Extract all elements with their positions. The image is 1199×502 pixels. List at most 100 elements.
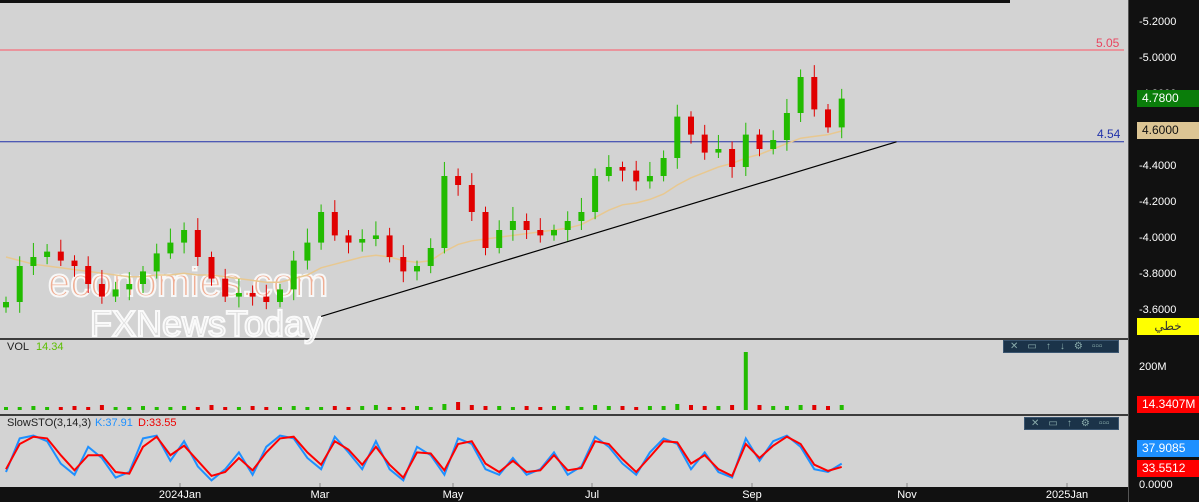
volume-bar: [278, 407, 282, 410]
volume-bar: [415, 406, 419, 410]
candle: [441, 176, 448, 248]
candle: [427, 248, 434, 266]
volume-bar: [538, 407, 543, 410]
volume-bar: [812, 405, 817, 410]
candle: [331, 212, 338, 236]
time-tick-label: Jul: [585, 489, 599, 501]
volume-bar: [606, 406, 611, 410]
volume-bar: [4, 407, 8, 410]
candle: [633, 170, 640, 182]
candle: [825, 109, 831, 128]
volume-bar: [17, 407, 22, 410]
volume-bar: [360, 406, 365, 410]
volume-bar: [182, 406, 187, 410]
candle: [770, 140, 777, 149]
volume-axis-tick: 200M: [1139, 361, 1167, 373]
candle: [715, 149, 722, 153]
time-tick-label: 2024Jan: [159, 489, 201, 501]
candle: [167, 242, 174, 254]
volume-bar: [236, 407, 241, 410]
volume-bar: [634, 407, 639, 410]
candle: [578, 212, 585, 221]
maximize-icon[interactable]: ▭: [1048, 418, 1057, 429]
settings-icon[interactable]: ⚙: [1074, 341, 1083, 352]
move-up-icon[interactable]: ↑: [1046, 341, 1051, 352]
candle: [797, 77, 804, 113]
candle: [386, 235, 393, 257]
candle: [222, 278, 229, 297]
volume-bar: [620, 406, 625, 410]
volume-bar: [264, 407, 269, 410]
candle: [194, 230, 201, 257]
candle: [57, 251, 64, 261]
time-axis: [72, 487, 1128, 502]
volume-bar: [72, 406, 77, 410]
candle: [811, 77, 818, 110]
candle: [414, 266, 420, 272]
candle: [140, 271, 146, 284]
candle: [605, 167, 612, 176]
candle: [523, 221, 530, 230]
price-axis[interactable]: -5.2000-5.0000-4.8000-4.6000-4.4000-4.20…: [1128, 0, 1199, 502]
candle: [235, 293, 242, 297]
candle: [16, 266, 23, 302]
settings-icon[interactable]: ⚙: [1081, 418, 1090, 429]
stoch-title: SlowSTO(3,14,3): [7, 417, 92, 429]
candle: [263, 296, 270, 302]
maximize-icon[interactable]: ▭: [1027, 341, 1036, 352]
candle: [455, 176, 462, 185]
volume-bar: [524, 406, 529, 410]
candle: [345, 235, 352, 243]
close-icon[interactable]: ✕: [1031, 418, 1039, 429]
price-tick: -5.2000: [1139, 16, 1177, 28]
more-icon[interactable]: ▫▫▫: [1099, 418, 1110, 429]
volume-bar: [319, 407, 324, 410]
volume-bar: [209, 405, 214, 410]
candle: [153, 253, 160, 272]
volume-bar: [798, 405, 803, 410]
candle: [318, 212, 325, 243]
move-up-icon[interactable]: ↑: [1067, 418, 1072, 429]
candle: [277, 289, 283, 302]
ma-value-tag: 4.6000: [1137, 122, 1199, 139]
volume-bar: [826, 406, 830, 410]
more-icon[interactable]: ▫▫▫: [1092, 341, 1103, 352]
candle: [742, 134, 749, 167]
candle: [181, 230, 188, 243]
volume-bar: [593, 405, 598, 410]
volume-bar: [195, 407, 200, 410]
candle: [30, 257, 37, 266]
volume-bar: [305, 407, 310, 410]
volume-bar: [757, 405, 762, 410]
close-icon[interactable]: ✕: [1010, 341, 1018, 352]
time-tick-label: 2025Jan: [1046, 489, 1088, 501]
price-tick: -4.0000: [1139, 232, 1177, 244]
volume-bar: [675, 404, 680, 410]
price-tick: -3.8000: [1139, 268, 1177, 280]
move-down-icon[interactable]: ↓: [1060, 341, 1065, 352]
candle: [290, 260, 297, 290]
draw-tool-button[interactable]: خطي: [1137, 318, 1199, 335]
volume-bar: [168, 407, 173, 410]
volume-bar: [702, 406, 707, 410]
volume-bar: [839, 405, 844, 410]
volume-bar: [469, 405, 474, 410]
volume-bar: [689, 405, 693, 410]
volume-bar: [497, 406, 502, 410]
stoch-d-label: D:33.55: [138, 417, 177, 429]
candle: [688, 116, 694, 135]
candle: [85, 266, 92, 284]
volume-bar: [154, 407, 159, 410]
price-tick: -5.0000: [1139, 52, 1177, 64]
candle: [756, 134, 763, 149]
candle: [98, 284, 105, 297]
volume-bar: [387, 407, 392, 410]
stoch-k-tag: 37.9085: [1137, 440, 1199, 457]
volume-bar: [86, 407, 91, 410]
time-tick-label: Sep: [742, 489, 762, 501]
volume-panel-toolbar: ✕ ▭ ↑ ↓ ⚙ ▫▫▫: [1003, 340, 1119, 353]
candle: [126, 284, 133, 290]
stoch-d-tag: 33.5512: [1137, 460, 1199, 477]
candle: [304, 242, 311, 261]
volume-bar: [428, 407, 433, 410]
